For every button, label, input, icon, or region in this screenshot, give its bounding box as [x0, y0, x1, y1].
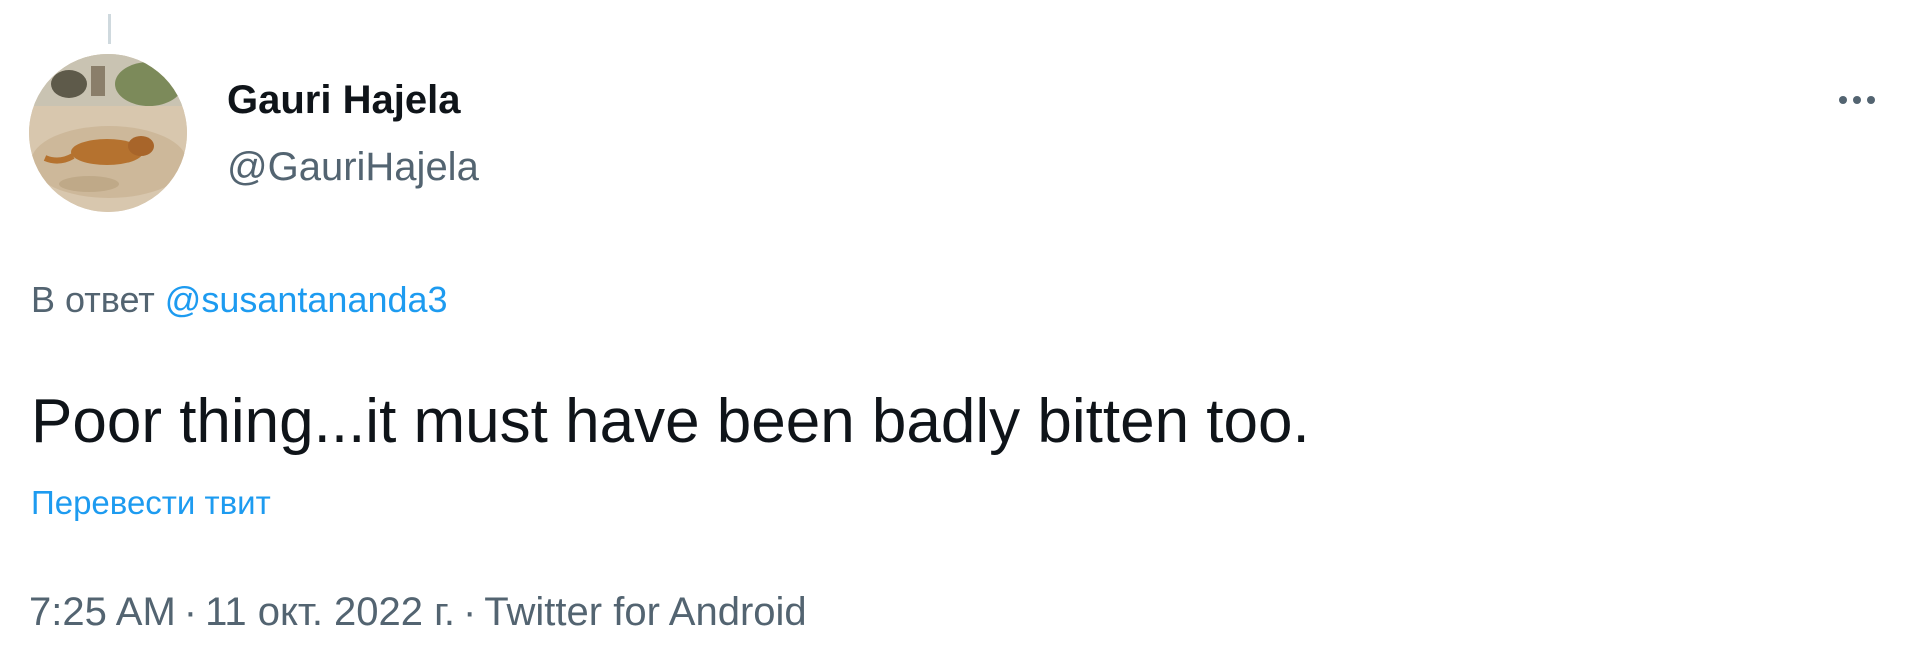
reply-context: В ответ @susantananda3: [31, 276, 448, 324]
tweet-metadata: 7:25 AM · 11 окт. 2022 г. · Twitter for Andr…: [29, 586, 807, 638]
tweet-time[interactable]: 7:25 AM: [29, 590, 176, 634]
avatar[interactable]: [29, 54, 187, 212]
more-icon: [1836, 91, 1878, 109]
thread-connector-line: [108, 14, 111, 44]
tweet-date[interactable]: 11 окт. 2022 г.: [205, 590, 455, 634]
author-handle[interactable]: @GauriHajela: [227, 141, 479, 193]
more-button[interactable]: [1822, 70, 1892, 130]
author-name[interactable]: Gauri Hajela: [227, 74, 460, 126]
translate-tweet-link[interactable]: Перевести твит: [31, 481, 271, 525]
tweet-text: Poor thing...it must have been badly bit…: [31, 387, 1310, 456]
meta-separator: ·: [462, 590, 477, 634]
meta-separator: ·: [183, 590, 198, 634]
tweet-source-link[interactable]: Twitter for Android: [484, 590, 806, 634]
avatar-image-dog: [29, 54, 187, 212]
reply-mention-link[interactable]: @susantananda3: [165, 279, 448, 320]
tweet-card: Gauri Hajela @GauriHajela В ответ @susan…: [0, 0, 1920, 665]
reply-prefix: В ответ: [31, 279, 155, 320]
